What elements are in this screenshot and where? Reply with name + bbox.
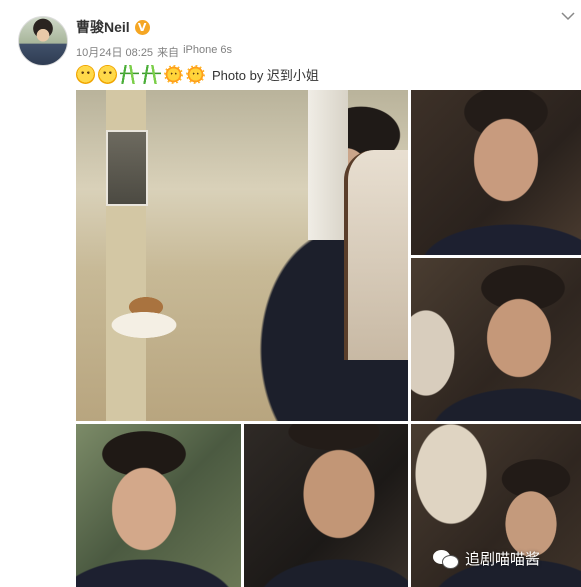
wechat-icon xyxy=(433,549,459,569)
watermark-text: 追剧喵喵酱 xyxy=(465,550,541,568)
post-header: 曹骏Neil V xyxy=(76,17,150,37)
source-prefix: 来自 xyxy=(157,47,180,59)
smile-emoji-icon xyxy=(76,64,95,84)
post-photo-5[interactable] xyxy=(244,424,408,587)
verified-badge-icon: V xyxy=(134,19,150,35)
post-photo-2[interactable] xyxy=(411,90,581,255)
avatar[interactable] xyxy=(18,16,68,66)
photo-chair xyxy=(344,150,408,360)
post-photo-4[interactable] xyxy=(76,424,241,587)
photo-window xyxy=(106,130,148,206)
post-caption: Photo by 迟到小姐 xyxy=(212,67,319,83)
photo-curtain xyxy=(308,90,348,240)
post-photo-1[interactable] xyxy=(76,90,408,421)
watermark: 追剧喵喵酱 xyxy=(433,548,540,569)
username[interactable]: 曹骏Neil xyxy=(76,17,130,37)
sun-emoji-icon xyxy=(186,64,205,84)
post-source[interactable]: iPhone 6s xyxy=(183,44,232,60)
smile-emoji-icon xyxy=(98,64,117,84)
bamboo-emoji-icon xyxy=(120,64,139,84)
post-text: Photo by 迟到小姐 xyxy=(76,63,319,85)
bamboo-emoji-icon xyxy=(142,64,161,84)
post-meta: 10月24日 08:25 来自 iPhone 6s xyxy=(76,44,232,60)
post-photo-3[interactable] xyxy=(411,258,581,421)
chevron-down-icon[interactable] xyxy=(561,10,575,24)
sun-emoji-icon xyxy=(164,64,183,84)
post-date[interactable]: 10月24日 08:25 xyxy=(76,44,153,60)
